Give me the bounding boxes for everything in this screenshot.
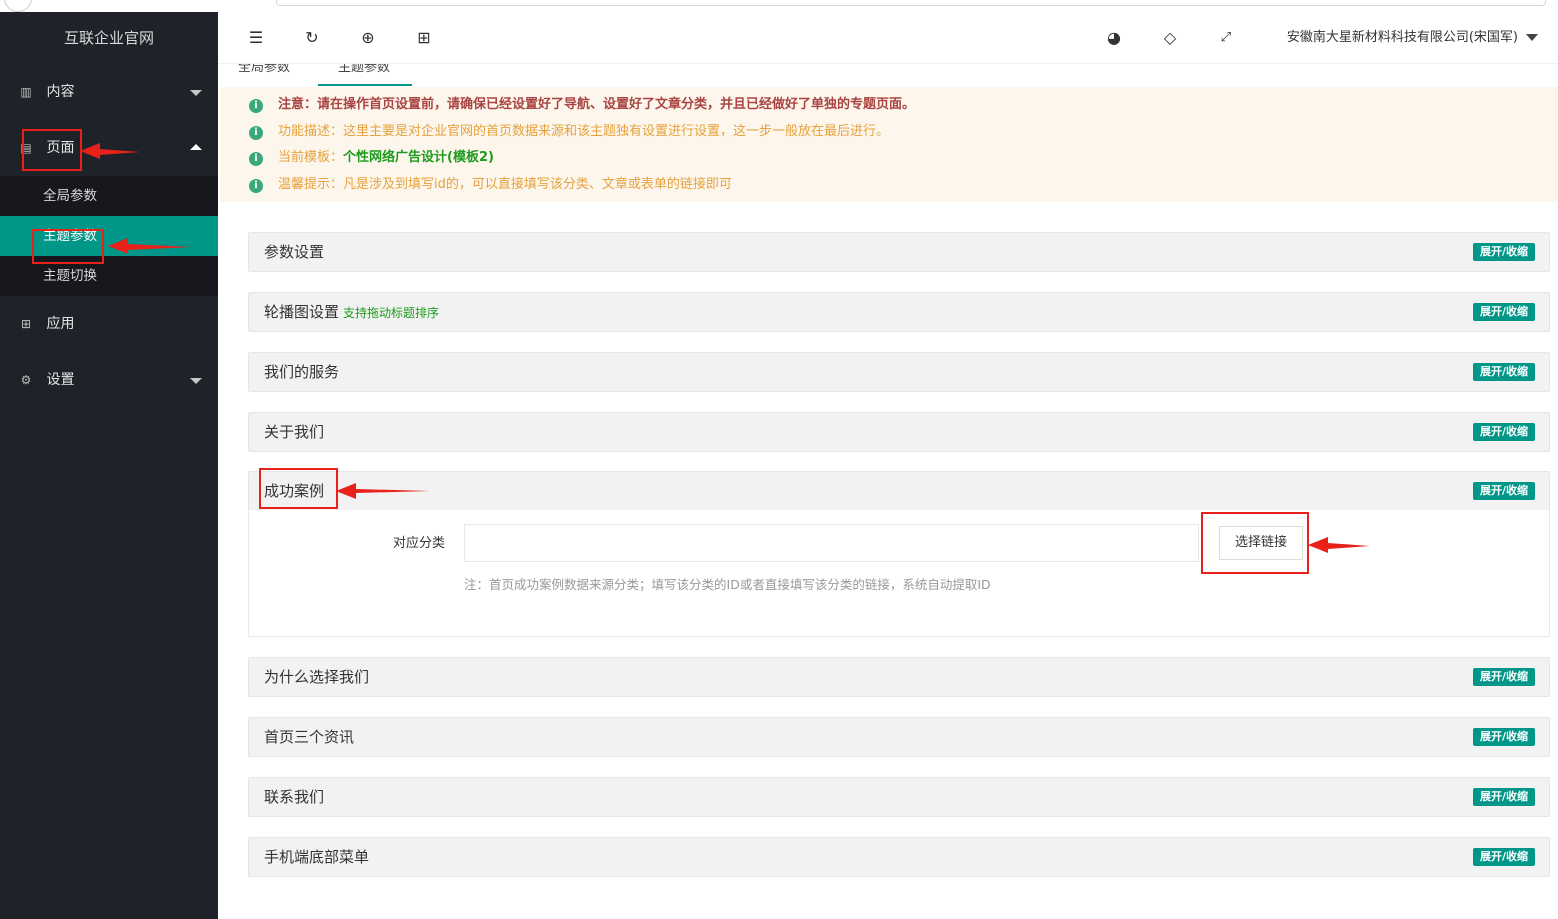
top-header: ☰ ↻ ⊕ ⊞ ◕ ◇ ⤢ 安徽南大星新材料科技有限公司(宋国军) xyxy=(218,12,1558,64)
current-template: 个性网络广告设计(模板2) xyxy=(343,150,494,165)
fullscreen-icon[interactable]: ⤢ xyxy=(1214,26,1238,50)
panel-title: 首页三个资讯 xyxy=(264,728,355,746)
info-icon: i xyxy=(249,125,263,140)
panel-carousel[interactable]: 轮播图设置 支持拖动标题排序 展开/收缩 xyxy=(248,292,1550,332)
toggle-button[interactable]: 展开/收缩 xyxy=(1472,363,1535,381)
chevron-down-icon[interactable] xyxy=(1526,34,1538,41)
toggle-button[interactable]: 展开/收缩 xyxy=(1472,788,1535,806)
info-icon: i xyxy=(249,178,263,193)
annotation-box xyxy=(22,129,82,171)
panel-title: 关于我们 xyxy=(264,423,325,441)
refresh-icon[interactable]: ↻ xyxy=(300,26,324,50)
notice-box: i 注意：请在操作首页设置前，请确保已经设置好了导航、设置好了文章分类，并且已经… xyxy=(220,87,1558,202)
toggle-button[interactable]: 展开/收缩 xyxy=(1472,423,1535,441)
toggle-button[interactable]: 展开/收缩 xyxy=(1472,848,1535,866)
panel-title: 手机端底部菜单 xyxy=(264,848,370,866)
info-icon: i xyxy=(249,99,263,113)
notice-line: i 功能描述：这里主要是对企业官网的首页数据来源和该主题独有设置进行设置，这一步… xyxy=(249,119,1558,146)
sidebar-item-label: 内容 xyxy=(46,84,75,100)
sidebar-item-apps[interactable]: ⊞ 应用 xyxy=(0,296,218,352)
annotation-box xyxy=(259,468,338,509)
panel-title: 我们的服务 xyxy=(264,363,340,381)
panel-mobile-menu[interactable]: 手机端底部菜单 展开/收缩 xyxy=(248,837,1550,877)
toggle-button[interactable]: 展开/收缩 xyxy=(1472,243,1535,261)
panel-title: 参数设置 xyxy=(264,243,325,261)
settings-gear-icon: ⚙ xyxy=(20,373,32,387)
chevron-down-icon xyxy=(190,90,202,96)
panel-services[interactable]: 我们的服务 展开/收缩 xyxy=(248,352,1550,392)
panel-news[interactable]: 首页三个资讯 展开/收缩 xyxy=(248,717,1550,757)
sidebar-item-label: 设置 xyxy=(46,372,75,388)
annotation-box xyxy=(1201,512,1309,574)
field-note: 注：首页成功案例数据来源分类；填写该分类的ID或者直接填写该分类的链接，系统自动… xyxy=(464,577,991,592)
toggle-button[interactable]: 展开/收缩 xyxy=(1472,668,1535,686)
category-input[interactable] xyxy=(464,524,1199,562)
tag-icon[interactable]: ◇ xyxy=(1158,26,1182,50)
sidebar-item-content[interactable]: ▥ 内容 xyxy=(0,64,218,120)
panel-cases: 成功案例 展开/收缩 对应分类 选择链接 注：首页成功案例数据来源分类；填写该分… xyxy=(248,471,1550,637)
panel-title: 联系我们 xyxy=(264,788,325,806)
toggle-button[interactable]: 展开/收缩 xyxy=(1472,303,1535,321)
panel-title: 为什么选择我们 xyxy=(264,668,370,686)
apps-icon: ⊞ xyxy=(20,317,32,331)
annotation-box xyxy=(32,229,104,264)
toggle-button[interactable]: 展开/收缩 xyxy=(1472,728,1535,746)
panel-title: 轮播图设置 支持拖动标题排序 xyxy=(264,303,440,321)
notice-line: i 注意：请在操作首页设置前，请确保已经设置好了导航、设置好了文章分类，并且已经… xyxy=(249,92,1558,119)
panel-subtitle: 支持拖动标题排序 xyxy=(343,306,440,320)
palette-icon[interactable]: ◕ xyxy=(1102,26,1126,50)
panel-header[interactable] xyxy=(249,472,1549,510)
sidebar-item-label: 应用 xyxy=(46,316,75,332)
active-tab-indicator xyxy=(318,84,412,86)
panel-contact[interactable]: 联系我们 展开/收缩 xyxy=(248,777,1550,817)
chevron-up-icon xyxy=(190,144,202,150)
browser-chrome xyxy=(0,0,1558,12)
field-label: 对应分类 xyxy=(393,536,446,551)
notice-line: i 当前模板：个性网络广告设计(模板2) xyxy=(249,145,1558,172)
notice-line: i 温馨提示：凡是涉及到填写id的，可以直接填写该分类、文章或表单的链接即可 xyxy=(249,172,1558,199)
apps-grid-icon[interactable]: ⊞ xyxy=(412,26,436,50)
chevron-down-icon xyxy=(190,378,202,384)
globe-icon[interactable]: ⊕ xyxy=(356,26,380,50)
toggle-button[interactable]: 展开/收缩 xyxy=(1472,482,1535,500)
panel-about[interactable]: 关于我们 展开/收缩 xyxy=(248,412,1550,452)
info-icon: i xyxy=(249,152,263,166)
panel-why-us[interactable]: 为什么选择我们 展开/收缩 xyxy=(248,657,1550,697)
content-icon: ▥ xyxy=(20,85,32,99)
panel-params[interactable]: 参数设置 展开/收缩 xyxy=(248,232,1550,272)
sidebar-logo: 互联企业官网 xyxy=(63,29,154,47)
sidebar-subitem-global-params[interactable]: 全局参数 xyxy=(0,176,218,216)
menu-fold-icon[interactable]: ☰ xyxy=(244,26,268,50)
address-bar[interactable] xyxy=(276,0,1546,6)
user-menu[interactable]: 安徽南大星新材料科技有限公司(宋国军) xyxy=(1287,12,1518,64)
browser-back-button[interactable] xyxy=(4,0,32,12)
sidebar-item-settings[interactable]: ⚙ 设置 xyxy=(0,352,218,408)
